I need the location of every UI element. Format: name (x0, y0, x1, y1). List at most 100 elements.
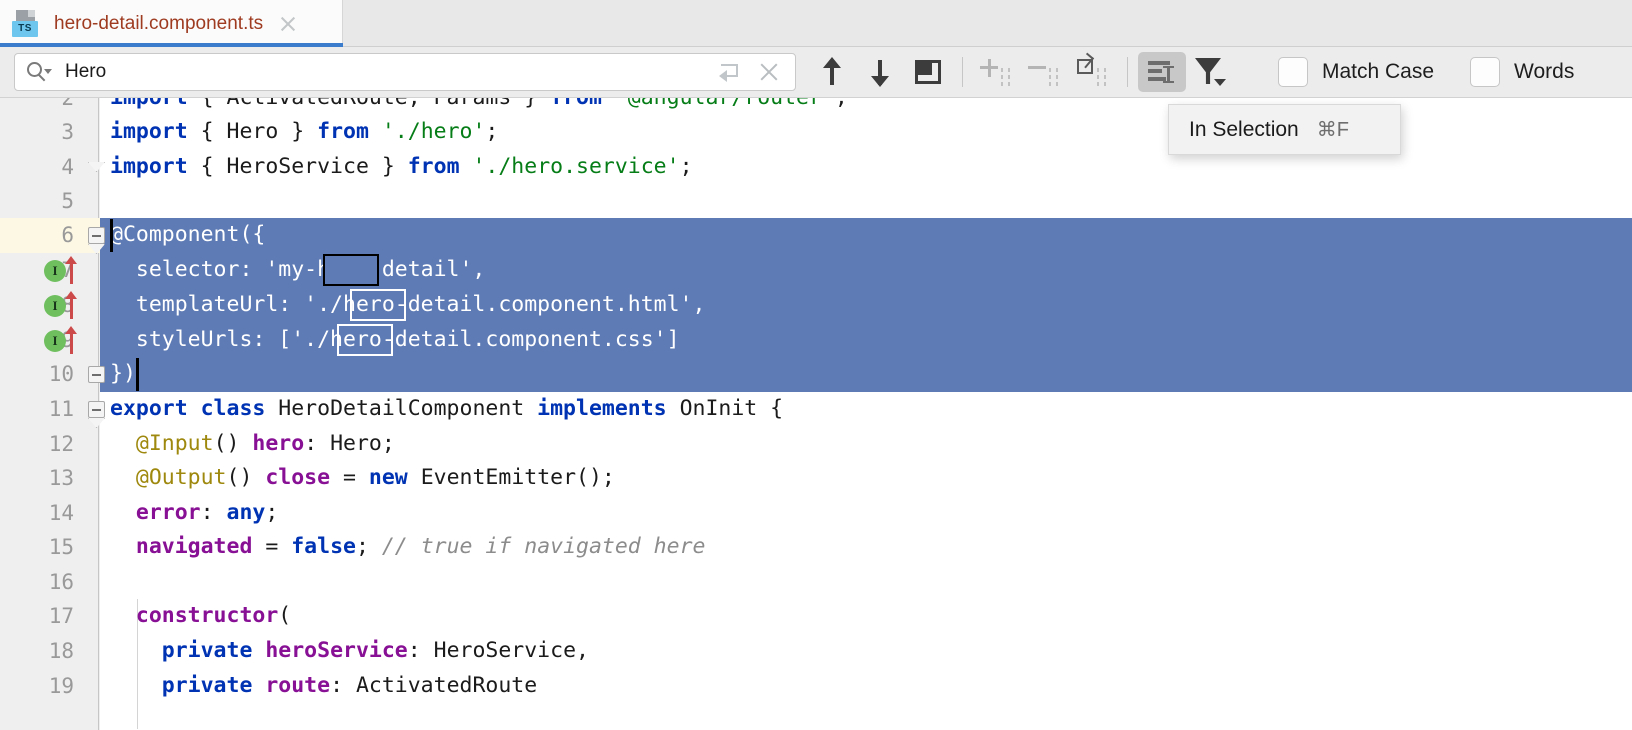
editor-line-12[interactable]: 12 @Input() hero: Hero; (0, 427, 1632, 462)
line-number: 11 (0, 392, 74, 427)
editor-line-17[interactable]: 17 constructor( (0, 599, 1632, 634)
editor-tab-label: hero-detail.component.ts (54, 13, 263, 35)
code-editor[interactable]: 2 import { ActivatedRoute, Params } from… (0, 98, 1632, 730)
search-match-current (323, 254, 379, 286)
implemented-method-icon: I (44, 295, 66, 317)
line-code: templateUrl: './hero-detail.component.ht… (110, 288, 705, 323)
return-arrow-icon[interactable] (717, 59, 743, 85)
remove-occurrence-icon (1028, 58, 1062, 86)
line-number: 5 (0, 184, 74, 219)
toolbar-separator-2 (1127, 57, 1128, 87)
editor-line-9[interactable]: 9 styleUrls: ['./hero-detail.component.c… (0, 323, 1632, 358)
line-number: 2 (0, 98, 74, 116)
editor-line-5[interactable]: 5 (0, 184, 1632, 219)
in-selection-icon (1148, 61, 1176, 83)
select-all-occurrences-icon (1076, 58, 1110, 86)
editor-tab-bar: TS hero-detail.component.ts (0, 0, 1632, 47)
line-code: navigated = false; // true if navigated … (110, 530, 705, 565)
close-icon[interactable] (277, 13, 299, 35)
line-code: @Input() hero: Hero; (110, 427, 395, 462)
gutter-marker-line-7[interactable]: I (44, 256, 92, 284)
line-number: 15 (0, 530, 74, 565)
match-case-checkbox[interactable] (1278, 57, 1308, 87)
line-code: private route: ActivatedRoute (110, 669, 537, 704)
line-number: 4 (0, 150, 74, 185)
words-option[interactable]: Words (1470, 57, 1574, 87)
words-label: Words (1514, 60, 1574, 84)
line-code: constructor( (110, 599, 291, 634)
search-dropdown-icon[interactable] (27, 61, 57, 83)
line-code: import { HeroService } from './hero.serv… (110, 150, 693, 185)
line-number: 13 (0, 461, 74, 496)
line-code: styleUrls: ['./hero-detail.component.css… (110, 323, 680, 358)
editor-line-19[interactable]: 19 private route: ActivatedRoute (0, 669, 1632, 704)
line-code: @Output() close = new EventEmitter(); (110, 461, 615, 496)
editor-line-4[interactable]: 4 import { HeroService } from './hero.se… (0, 150, 1632, 185)
match-case-label: Match Case (1322, 60, 1434, 84)
line-code: error: any; (110, 496, 278, 531)
gutter-marker-line-8[interactable]: I (44, 291, 92, 319)
editor-line-14[interactable]: 14 error: any; (0, 496, 1632, 531)
line-code: import { ActivatedRoute, Params } from '… (110, 98, 848, 116)
line-number: 18 (0, 634, 74, 669)
words-checkbox[interactable] (1470, 57, 1500, 87)
typescript-file-icon: TS (12, 9, 42, 39)
search-field[interactable]: Hero (14, 53, 796, 91)
ts-badge-label: TS (12, 21, 38, 37)
line-code: selector: 'my-hero-detail', (110, 253, 485, 288)
search-match (337, 324, 393, 356)
line-code: import { Hero } from './hero'; (110, 115, 498, 150)
editor-caret-line-10 (136, 358, 139, 391)
gutter-marker-line-9[interactable]: I (44, 326, 92, 354)
line-number: 3 (0, 115, 74, 150)
find-previous-up-arrow-icon (821, 57, 843, 87)
line-number: 12 (0, 427, 74, 462)
line-code: export class HeroDetailComponent impleme… (110, 392, 783, 427)
tooltip-shortcut: ⌘F (1317, 117, 1349, 142)
line-number: 14 (0, 496, 74, 531)
editor-line-11[interactable]: 11 export class HeroDetailComponent impl… (0, 392, 1632, 427)
editor-line-10[interactable]: 10 }) (0, 357, 1632, 392)
select-all-occurrences-button[interactable] (1069, 52, 1117, 92)
editor-line-15[interactable]: 15 navigated = false; // true if navigat… (0, 530, 1632, 565)
filter-search-button[interactable] (1186, 52, 1234, 92)
fold-marker-line-10[interactable] (88, 366, 105, 383)
editor-line-16[interactable]: 16 (0, 565, 1632, 600)
search-input[interactable]: Hero (65, 61, 717, 83)
implemented-method-icon: I (44, 260, 66, 282)
find-previous-button[interactable] (808, 52, 856, 92)
editor-line-13[interactable]: 13 @Output() close = new EventEmitter(); (0, 461, 1632, 496)
open-in-find-window-button[interactable] (904, 52, 952, 92)
open-in-find-window-icon (915, 60, 941, 84)
find-toolbar: Hero (0, 47, 1632, 98)
in-selection-tooltip: In Selection ⌘F (1168, 104, 1401, 155)
editor-line-6[interactable]: 6 @Component({ (0, 218, 1632, 253)
fold-marker-line-11[interactable] (88, 401, 105, 418)
line-number: 6 (0, 218, 74, 253)
implemented-method-icon: I (44, 330, 66, 352)
add-occurrence-icon (980, 58, 1014, 86)
clear-icon[interactable] (757, 60, 781, 84)
match-case-option[interactable]: Match Case (1278, 57, 1434, 87)
in-selection-toggle-button[interactable] (1138, 52, 1186, 92)
find-next-down-arrow-icon (869, 57, 891, 87)
tooltip-label: In Selection (1189, 118, 1299, 142)
idea-editor-window: TS hero-detail.component.ts Hero (0, 0, 1632, 730)
add-occurrence-button[interactable] (973, 52, 1021, 92)
fold-marker-line-6[interactable] (88, 227, 105, 244)
line-number: 10 (0, 357, 74, 392)
line-number: 16 (0, 565, 74, 600)
filter-search-icon (1195, 58, 1225, 86)
line-code: @Component({ (110, 218, 265, 253)
editor-caret-line-6 (110, 219, 113, 252)
editor-line-18[interactable]: 18 private heroService: HeroService, (0, 634, 1632, 669)
remove-occurrence-button[interactable] (1021, 52, 1069, 92)
line-number: 17 (0, 599, 74, 634)
editor-line-7[interactable]: 7 selector: 'my-hero-detail', (0, 253, 1632, 288)
line-code: }) (110, 357, 136, 392)
find-next-button[interactable] (856, 52, 904, 92)
editor-line-8[interactable]: 8 templateUrl: './hero-detail.component.… (0, 288, 1632, 323)
editor-tab-hero-detail[interactable]: TS hero-detail.component.ts (0, 0, 343, 47)
line-code: private heroService: HeroService, (110, 634, 589, 669)
toolbar-separator-1 (962, 57, 963, 87)
